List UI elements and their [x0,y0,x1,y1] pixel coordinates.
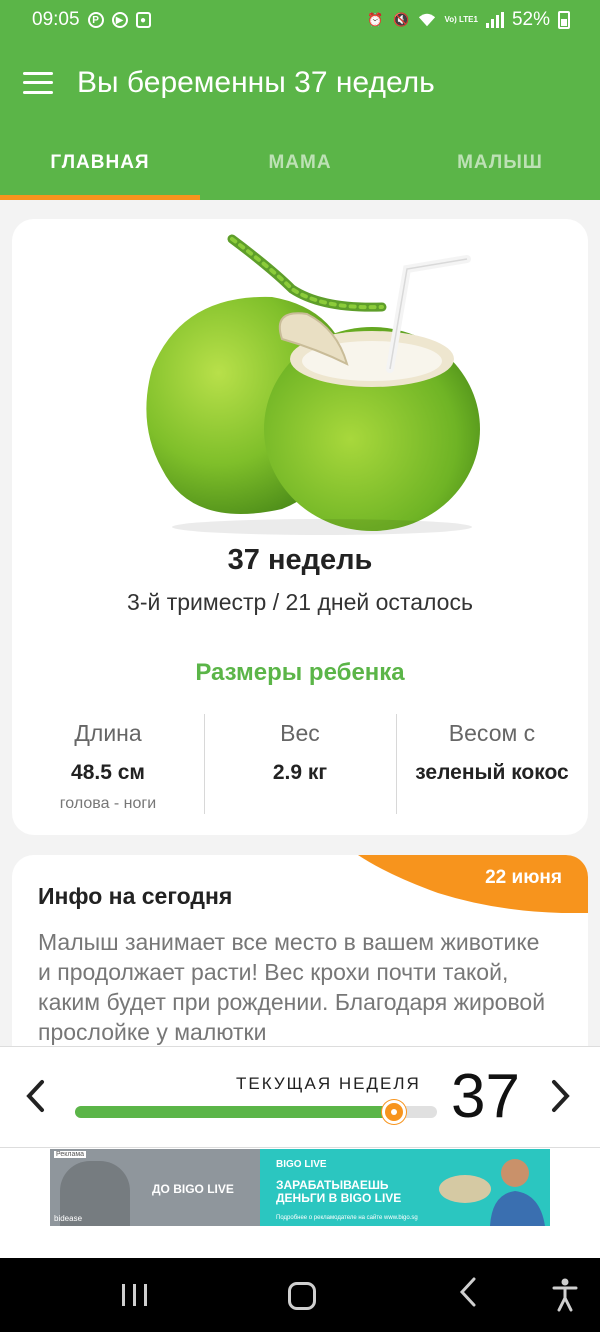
week-title: 37 недель [227,544,373,576]
tab-mom[interactable]: МАМА [200,125,400,200]
notification-square-icon: ● [135,12,151,28]
tab-main[interactable]: ГЛАВНАЯ [0,125,200,200]
tab-bar: ГЛАВНАЯ МАМА МАЛЫШ [0,125,600,200]
ad-logo: BIGO LIVE [276,1159,327,1170]
week-progress-fill [75,1106,394,1118]
play-icon: ▶ [111,12,128,28]
current-week-label: ТЕКУЩАЯ НЕДЕЛЯ [236,1074,421,1093]
back-icon[interactable] [458,1276,478,1315]
stat-note: голова - ноги [59,795,157,812]
stat-label: Длина [74,720,142,746]
chevron-right-icon[interactable] [550,1079,572,1120]
status-time: 09:05 [32,9,80,30]
status-right: ⏰ 🔇 Vo) LTE1 52% [366,9,570,31]
coconut-image [146,234,480,535]
pinterest-icon: P [87,12,104,28]
week-selector: ТЕКУЩАЯ НЕДЕЛЯ 37 [0,1046,600,1148]
info-title: Инфо на сегодня [38,883,233,909]
week-subtitle: 3-й триместр / 21 дней осталось [127,589,473,615]
wifi-icon [418,11,436,29]
stat-label: Вес [280,720,320,746]
stat-length: Длина 48.5 см голова - ноги [12,714,204,814]
current-week-number: 37 [451,1062,520,1131]
lte-label: Vo) LTE1 [444,15,478,24]
ad-man-image [439,1159,545,1226]
stat-label: Весом с [448,720,536,746]
mute-icon: 🔇 [393,12,410,27]
signal-icon [485,12,504,28]
battery-text: 52% [511,9,550,30]
chevron-left-icon[interactable] [24,1079,46,1120]
recent-apps-icon[interactable] [122,1284,147,1306]
baby-sizes-title: Размеры ребенка [195,659,405,686]
stat-value: зеленый кокос [415,761,569,784]
ad-headline: ЗАРАБАТЫВАЕШЬ ДЕНЬГИ В BIGO LIVE [276,1178,402,1205]
stat-weight: Вес 2.9 кг [204,714,396,814]
status-bar: 09:05 P ▶ ● ⏰ 🔇 Vo) LTE1 52% [0,0,600,40]
ad-brand-small: bidease [54,1214,83,1223]
system-nav-bar [0,1258,600,1332]
home-icon[interactable] [288,1282,316,1310]
info-body: Малыш занимает все место в вашем животик… [38,929,546,1045]
tab-baby[interactable]: МАЛЫШ [400,125,600,200]
main-content[interactable]: 37 недель 3-й триместр / 21 дней осталос… [0,200,600,1046]
app-bar: Вы беременны 37 недель [0,40,600,125]
info-card[interactable]: 22 июня Инфо на сегодня Малыш занимает в… [12,855,588,1046]
ad-left-panel: Реклама ДО BIGO LIVE bidease [50,1149,260,1226]
alarm-icon: ⏰ [367,12,384,27]
stat-value: 2.9 кг [272,761,328,784]
ad-right-panel: BIGO LIVE ЗАРАБАТЫВАЕШЬ ДЕНЬГИ В BIGO LI… [260,1149,550,1226]
week-progress-slider[interactable] [75,1100,437,1124]
battery-icon [558,11,570,29]
baby-stats: Длина 48.5 см голова - ноги Вес 2.9 кг В… [12,714,588,814]
ad-tag: Реклама [54,1151,87,1158]
stat-size-compare: Весом с зеленый кокос [396,714,588,814]
page-title: Вы беременны 37 недель [77,65,435,99]
stat-value: 48.5 см [71,761,145,784]
status-left: 09:05 P ▶ ● [32,9,151,31]
menu-icon[interactable] [23,71,53,94]
week-progress-thumb[interactable] [381,1100,406,1124]
ad-left-text: ДО BIGO LIVE [152,1182,234,1196]
ad-banner[interactable]: Реклама ДО BIGO LIVE bidease BIGO LIVE З… [50,1149,550,1226]
accessibility-icon[interactable] [552,1278,578,1317]
info-date: 22 июня [485,867,562,888]
ad-area: Реклама ДО BIGO LIVE bidease BIGO LIVE З… [0,1148,600,1258]
ad-small-text: Подробнее о рекламодателе на сайте www.b… [276,1215,418,1221]
week-card: 37 недель 3-й триместр / 21 дней осталос… [12,219,588,835]
